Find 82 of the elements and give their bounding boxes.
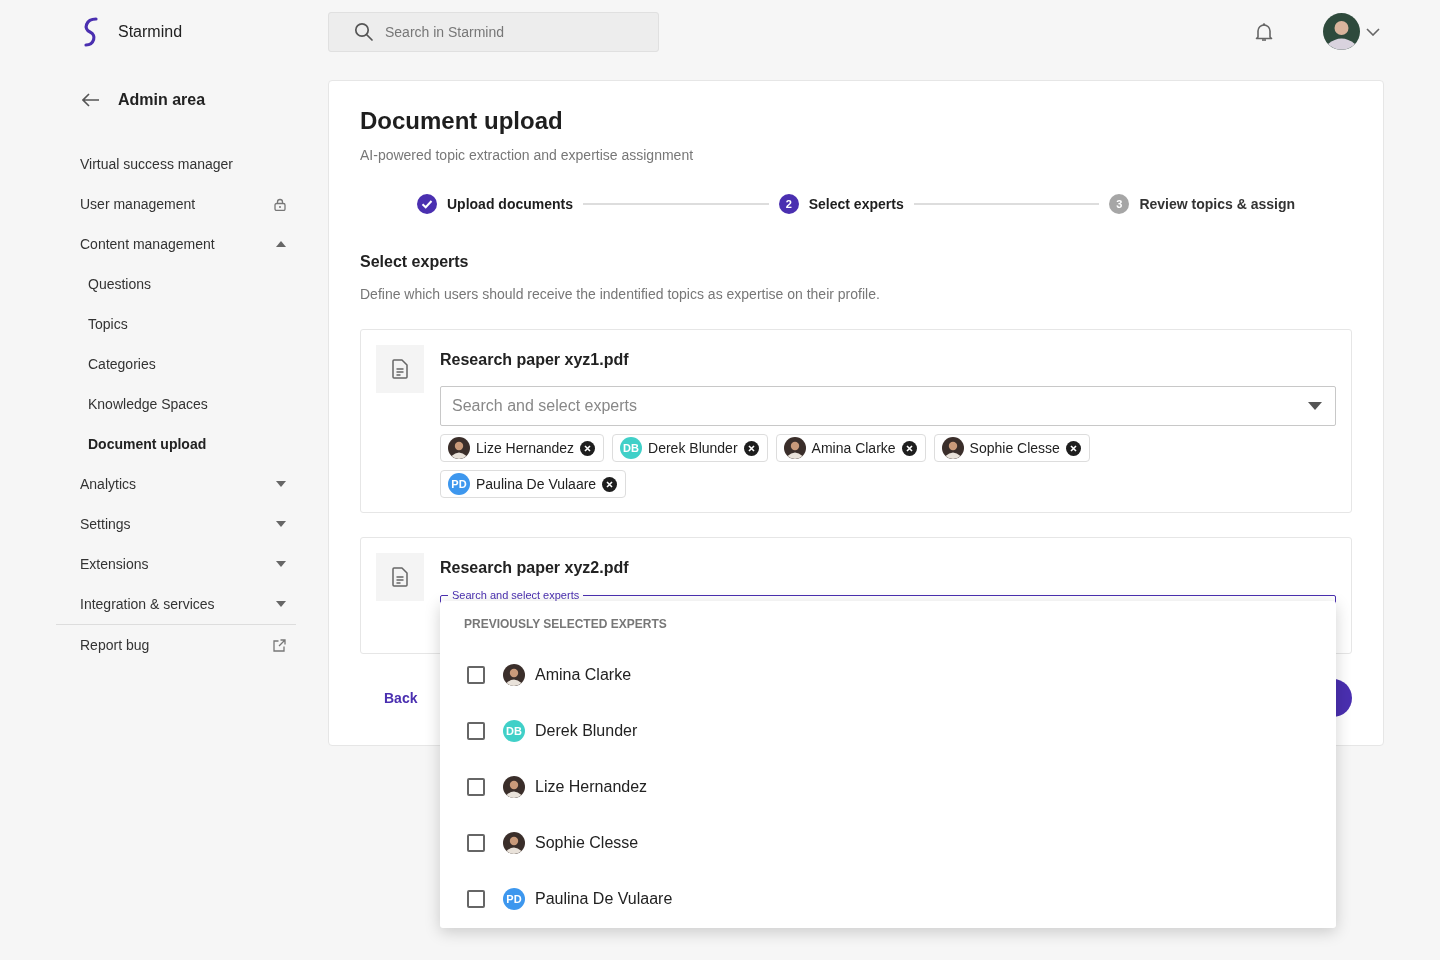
dropdown-option[interactable]: Amina Clarke bbox=[440, 647, 1336, 703]
expert-name: Sophie Clesse bbox=[969, 438, 1060, 458]
expert-name: Paulina De Vulaare bbox=[476, 474, 597, 494]
remove-icon[interactable] bbox=[1065, 440, 1081, 456]
sidebar-subitem[interactable]: Questions bbox=[56, 264, 296, 304]
step-label: Select experts bbox=[808, 194, 904, 214]
sidebar-subitem[interactable]: Topics bbox=[56, 304, 296, 344]
sidebar-item[interactable]: Virtual success manager bbox=[56, 144, 296, 184]
external-link-icon bbox=[273, 638, 286, 652]
step-number: 2 bbox=[778, 194, 799, 214]
initials-avatar: DB bbox=[620, 437, 643, 459]
remove-icon[interactable] bbox=[602, 476, 618, 492]
step-label: Upload documents bbox=[447, 194, 573, 214]
dropdown-option[interactable]: Lize Hernandez bbox=[440, 759, 1336, 815]
person-avatar-icon bbox=[503, 664, 525, 686]
checkbox[interactable] bbox=[467, 666, 485, 684]
caret-down-icon bbox=[276, 601, 286, 607]
caret-up-icon bbox=[276, 241, 286, 247]
checkbox[interactable] bbox=[467, 890, 485, 908]
initials-avatar: PD bbox=[503, 888, 525, 910]
lock-icon bbox=[274, 197, 286, 211]
remove-icon[interactable] bbox=[901, 440, 917, 456]
caret-down-icon bbox=[276, 481, 286, 487]
initials-avatar: DB bbox=[503, 720, 525, 742]
section-description: Define which users should receive the indentified topics as expertise on their profile. bbox=[360, 285, 881, 304]
dropdown-option[interactable]: Sophie Clesse bbox=[440, 815, 1336, 871]
sidebar-item[interactable]: Extensions bbox=[56, 544, 296, 584]
person-avatar-icon bbox=[783, 437, 806, 459]
sidebar-item[interactable]: User management bbox=[56, 184, 296, 224]
expert-select-field[interactable]: Search and select experts bbox=[440, 386, 1336, 426]
brand-name: Starmind bbox=[118, 22, 183, 42]
expert-name: Lize Hernandez bbox=[476, 438, 575, 458]
sidebar-item[interactable]: Settings bbox=[56, 504, 296, 544]
section-title: Select experts bbox=[360, 252, 470, 272]
document-icon bbox=[392, 567, 408, 587]
sidebar-title: Admin area bbox=[118, 90, 206, 110]
step-label: Review topics & assign bbox=[1139, 194, 1295, 214]
person-avatar-icon bbox=[503, 832, 525, 854]
checkbox[interactable] bbox=[467, 778, 485, 796]
sidebar-subitem[interactable]: Categories bbox=[56, 344, 296, 384]
expert-name: Paulina De Vulaare bbox=[535, 889, 673, 909]
sidebar-item[interactable]: Analytics bbox=[56, 464, 296, 504]
sidebar-subitem[interactable]: Document upload bbox=[56, 424, 296, 464]
expert-name: Lize Hernandez bbox=[535, 777, 648, 797]
sidebar-item[interactable]: Report bug bbox=[56, 625, 296, 665]
expert-name: Derek Blunder bbox=[535, 721, 638, 741]
step-number: 3 bbox=[1109, 194, 1130, 214]
back-arrow-icon[interactable] bbox=[82, 93, 100, 107]
check-circle-icon bbox=[417, 194, 437, 214]
expert-name: Amina Clarke bbox=[535, 665, 632, 685]
search-icon bbox=[354, 22, 374, 42]
sidebar-item[interactable]: Integration & services bbox=[56, 584, 296, 624]
caret-down-icon[interactable] bbox=[1308, 402, 1322, 410]
dropdown-heading: PREVIOUSLY SELECTED EXPERTS bbox=[463, 616, 668, 633]
remove-icon[interactable] bbox=[580, 440, 596, 456]
field-label: Search and select experts bbox=[448, 590, 584, 601]
caret-down-icon bbox=[276, 561, 286, 567]
person-avatar-icon bbox=[941, 437, 964, 459]
search-field[interactable]: Search in Starmind bbox=[328, 12, 659, 52]
checkbox[interactable] bbox=[467, 722, 485, 740]
notification-bell-icon[interactable] bbox=[1255, 22, 1273, 42]
chevron-down-icon[interactable] bbox=[1366, 27, 1380, 36]
caret-down-icon bbox=[276, 521, 286, 527]
remove-icon[interactable] bbox=[743, 440, 759, 456]
checkbox[interactable] bbox=[467, 834, 485, 852]
dropdown-option[interactable]: PD Paulina De Vulaare bbox=[440, 871, 1336, 927]
page-title: Document upload bbox=[360, 106, 564, 136]
expert-name: Sophie Clesse bbox=[535, 833, 639, 853]
expert-name: Derek Blunder bbox=[648, 438, 738, 458]
user-avatar-icon[interactable] bbox=[1323, 13, 1360, 50]
sidebar-subitem[interactable]: Knowledge Spaces bbox=[56, 384, 296, 424]
file-name: Research paper xyz1.pdf bbox=[440, 350, 630, 370]
initials-avatar: PD bbox=[448, 473, 470, 495]
expert-name: Amina Clarke bbox=[811, 438, 896, 458]
file-name: Research paper xyz2.pdf bbox=[440, 558, 630, 578]
dropdown-option[interactable]: DB Derek Blunder bbox=[440, 703, 1336, 759]
page-subtitle: AI-powered topic extraction and expertise assignment bbox=[360, 146, 695, 165]
person-avatar-icon bbox=[503, 776, 525, 798]
document-icon bbox=[392, 359, 408, 379]
sidebar-item[interactable]: Content management bbox=[56, 224, 296, 264]
person-avatar-icon bbox=[448, 437, 470, 459]
back-button[interactable]: Back bbox=[376, 678, 426, 718]
